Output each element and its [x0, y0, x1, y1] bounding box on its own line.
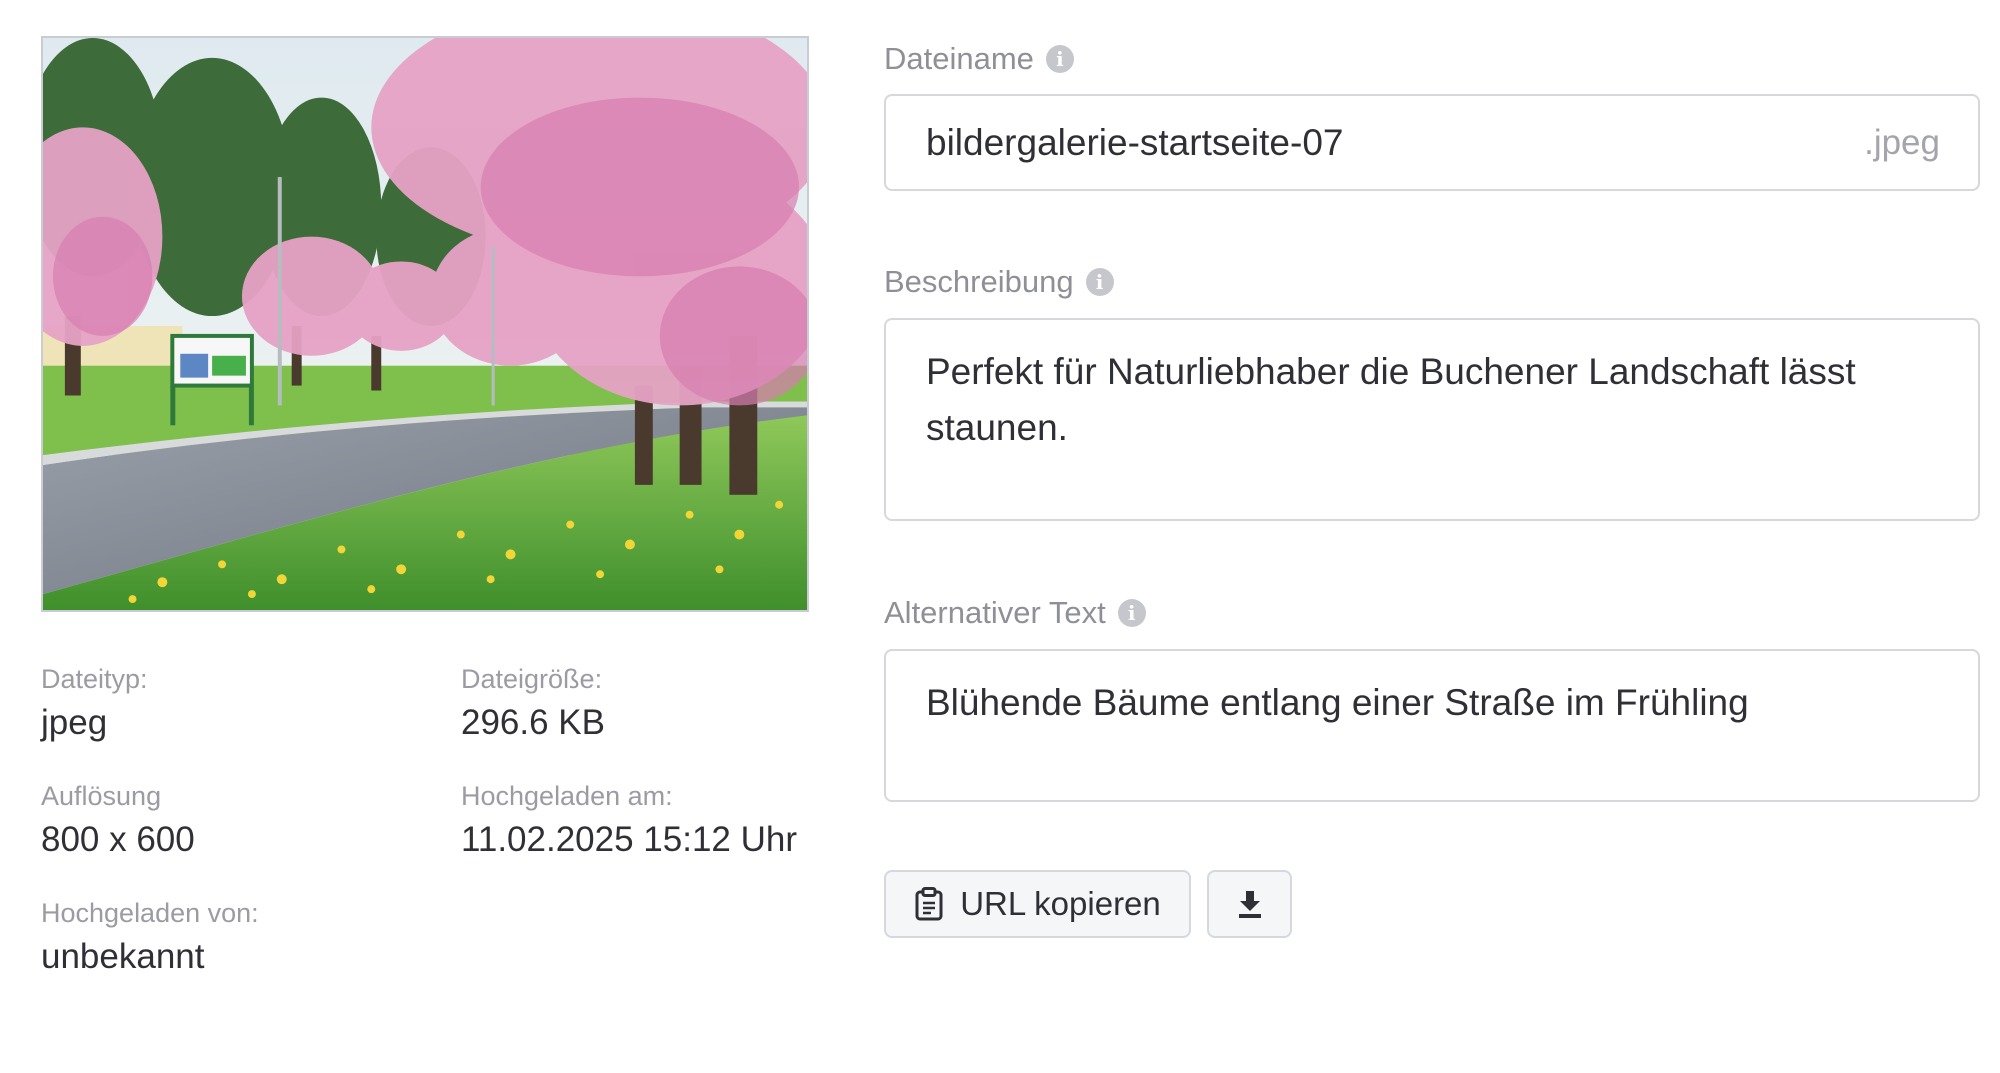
- info-icon[interactable]: i: [1045, 45, 1074, 73]
- alt-text-textarea[interactable]: Blühende Bäume entlang einer Straße im F…: [926, 675, 1938, 731]
- copy-url-label: URL kopieren: [960, 885, 1161, 922]
- uploaded-at-label: Hochgeladen am:: [461, 781, 673, 811]
- description-label-row: Beschreibung i: [884, 264, 1114, 300]
- filename-field[interactable]: bildergalerie-startseite-07 .jpeg: [884, 94, 1980, 191]
- description-textarea[interactable]: Perfekt für Naturliebhaber die Buchener …: [926, 344, 1938, 456]
- clipboard-icon: [914, 887, 944, 921]
- filename-label-row: Dateiname i: [884, 41, 1074, 77]
- image-preview-graphic: [43, 38, 807, 610]
- uploaded-by-label: Hochgeladen von:: [41, 898, 259, 928]
- alt-text-field[interactable]: Blühende Bäume entlang einer Straße im F…: [884, 649, 1980, 802]
- description-field[interactable]: Perfekt für Naturliebhaber die Buchener …: [884, 318, 1980, 521]
- filename-suffix: .jpeg: [1864, 122, 1940, 162]
- copy-url-button[interactable]: URL kopieren: [884, 870, 1191, 938]
- alt-text-label-row: Alternativer Text i: [884, 595, 1146, 631]
- download-button[interactable]: [1207, 870, 1292, 938]
- alt-text-label: Alternativer Text: [884, 595, 1106, 630]
- filetype-value: jpeg: [41, 703, 108, 742]
- uploaded-at-value: 11.02.2025 15:12 Uhr: [461, 820, 798, 859]
- uploaded-by-value: unbekannt: [41, 937, 205, 976]
- image-preview[interactable]: [41, 36, 809, 612]
- filename-label: Dateiname: [884, 41, 1034, 76]
- filesize-label: Dateigröße:: [461, 664, 603, 694]
- filesize-value: 296.6 KB: [461, 703, 605, 742]
- info-icon[interactable]: i: [1117, 599, 1146, 627]
- description-label: Beschreibung: [884, 264, 1074, 299]
- info-icon[interactable]: i: [1085, 268, 1114, 296]
- download-icon: [1236, 889, 1264, 919]
- media-details-panel: Dateityp: jpeg Dateigröße: 296.6 KB Aufl…: [0, 0, 2000, 1073]
- resolution-value: 800 x 600: [41, 820, 195, 859]
- resolution-label: Auflösung: [41, 781, 162, 811]
- filename-input[interactable]: bildergalerie-startseite-07: [926, 96, 1343, 189]
- filetype-label: Dateityp:: [41, 664, 148, 694]
